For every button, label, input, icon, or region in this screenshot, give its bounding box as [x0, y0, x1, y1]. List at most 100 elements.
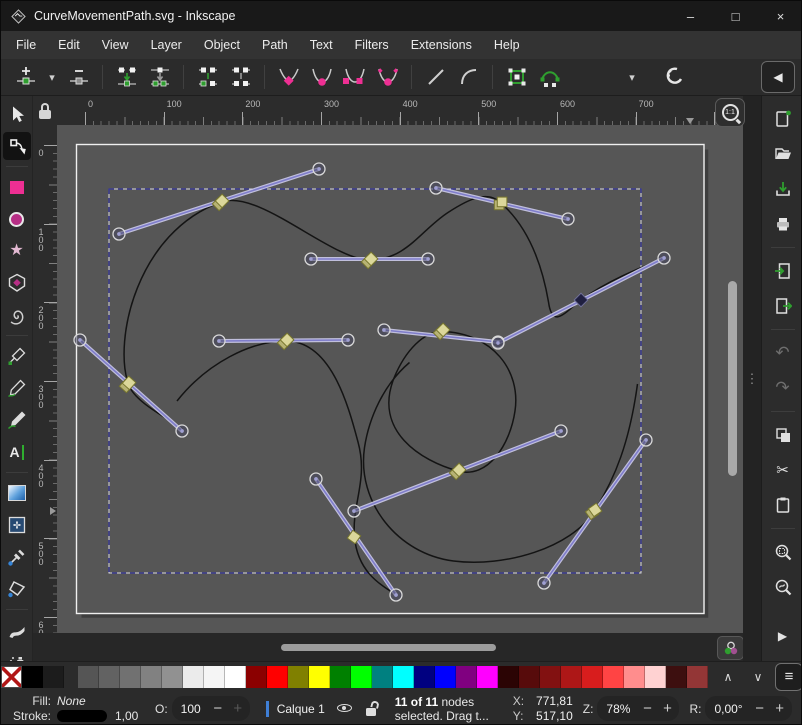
zoom-increase-button[interactable]: +: [657, 700, 677, 717]
insert-node-options-caret[interactable]: ▾: [42, 71, 62, 84]
copy-button[interactable]: [768, 420, 798, 450]
open-document-button[interactable]: [768, 139, 798, 169]
minimize-button[interactable]: –: [668, 1, 713, 31]
save-document-button[interactable]: [768, 174, 798, 204]
menu-text[interactable]: Text: [299, 34, 344, 56]
bezier-path[interactable]: [389, 332, 516, 473]
join-nodes-button[interactable]: [143, 62, 176, 92]
rotation-decrease-button[interactable]: −: [750, 700, 770, 717]
palette-swatch[interactable]: [603, 666, 624, 688]
color-management-button[interactable]: [717, 636, 744, 660]
palette-swatch[interactable]: [78, 666, 99, 688]
calligraphy-tool[interactable]: [3, 406, 31, 434]
path-node[interactable]: [497, 197, 507, 207]
ruler-corner[interactable]: [33, 96, 57, 125]
stroke-to-path-button[interactable]: [533, 62, 566, 92]
palette-swatch[interactable]: [162, 666, 183, 688]
palette-swatch[interactable]: [456, 666, 477, 688]
menu-path[interactable]: Path: [251, 34, 299, 56]
close-button[interactable]: ×: [758, 1, 802, 31]
menu-layer[interactable]: Layer: [140, 34, 193, 56]
palette-swatch[interactable]: [645, 666, 666, 688]
rotation-value[interactable]: 0,00°: [707, 702, 749, 716]
zoom-drawing-button[interactable]: [768, 572, 798, 602]
palette-swatch[interactable]: [225, 666, 246, 688]
palette-swatch[interactable]: [351, 666, 372, 688]
maximize-button[interactable]: □: [713, 1, 758, 31]
selector-tool[interactable]: [3, 100, 31, 128]
dropper-tool[interactable]: [3, 543, 31, 571]
palette-swatch[interactable]: [435, 666, 456, 688]
opacity-value[interactable]: 100: [174, 702, 208, 716]
menu-object[interactable]: Object: [193, 34, 251, 56]
symmetric-node-button[interactable]: [338, 62, 371, 92]
palette-scroll-down[interactable]: ∨: [743, 670, 773, 684]
palette-swatch[interactable]: [477, 666, 498, 688]
palette-swatch[interactable]: [498, 666, 519, 688]
gradient-tool[interactable]: [3, 479, 31, 507]
palette-swatch[interactable]: [393, 666, 414, 688]
palette-swatch[interactable]: [624, 666, 645, 688]
tweak-tool[interactable]: [3, 616, 31, 644]
palette-swatch[interactable]: [540, 666, 561, 688]
import-document-button[interactable]: [768, 256, 798, 286]
palette-menu-button[interactable]: ≡: [775, 663, 802, 691]
cut-button[interactable]: ✂: [768, 455, 798, 485]
palette-swatch[interactable]: [666, 666, 687, 688]
corner-node-button[interactable]: [272, 62, 305, 92]
palette-swatch[interactable]: [582, 666, 603, 688]
palette-swatch[interactable]: [288, 666, 309, 688]
spiral-tool[interactable]: [3, 301, 31, 329]
palette-swatch[interactable]: [519, 666, 540, 688]
print-document-button[interactable]: [768, 209, 798, 239]
palette-swatch[interactable]: [372, 666, 393, 688]
redo-button[interactable]: ↷: [768, 373, 798, 403]
collapse-toolbar-button[interactable]: ◀: [761, 61, 795, 93]
smooth-node-button[interactable]: [305, 62, 338, 92]
show-dialogs-button[interactable]: ▶: [768, 621, 798, 651]
pen-tool[interactable]: [3, 342, 31, 370]
palette-swatch[interactable]: [414, 666, 435, 688]
box-3d-tool[interactable]: [3, 269, 31, 297]
auto-smooth-node-button[interactable]: [371, 62, 404, 92]
export-document-button[interactable]: [768, 291, 798, 321]
zoom-value[interactable]: 78%: [599, 702, 637, 716]
opacity-decrease-button[interactable]: −: [208, 700, 228, 717]
layer-unlock-icon[interactable]: [366, 701, 381, 717]
quick-zoom-button[interactable]: 1:1: [715, 98, 745, 127]
paint-bucket-tool[interactable]: [3, 575, 31, 603]
zoom-selection-button[interactable]: [768, 537, 798, 567]
break-path-button[interactable]: [110, 62, 143, 92]
current-layer-name[interactable]: Calque 1: [277, 702, 325, 716]
palette-swatch-none[interactable]: [1, 666, 22, 688]
palette-swatch[interactable]: [204, 666, 225, 688]
zoom-decrease-button[interactable]: −: [637, 700, 657, 717]
delete-node-button[interactable]: [62, 62, 95, 92]
panel-grip-handle[interactable]: ⋮: [743, 371, 761, 387]
palette-swatch[interactable]: [309, 666, 330, 688]
palette-swatch[interactable]: [561, 666, 582, 688]
stroke-color-swatch[interactable]: [57, 710, 107, 722]
menu-help[interactable]: Help: [483, 34, 531, 56]
bezier-path[interactable]: [364, 363, 638, 563]
palette-swatch[interactable]: [99, 666, 120, 688]
menu-view[interactable]: View: [91, 34, 140, 56]
fill-stroke-indicator[interactable]: Fill: None Stroke: 1,00: [7, 694, 149, 724]
paste-button[interactable]: [768, 490, 798, 520]
palette-swatch[interactable]: [22, 666, 43, 688]
undo-button[interactable]: ↶: [768, 338, 798, 368]
layer-visibility-eye-icon[interactable]: [337, 701, 354, 716]
menu-filters[interactable]: Filters: [344, 34, 400, 56]
new-document-button[interactable]: [768, 104, 798, 134]
palette-swatch[interactable]: [267, 666, 288, 688]
palette-swatch[interactable]: [330, 666, 351, 688]
pencil-tool[interactable]: [3, 374, 31, 402]
fill-value[interactable]: None: [57, 694, 109, 708]
palette-swatch[interactable]: [246, 666, 267, 688]
rotation-increase-button[interactable]: +: [770, 700, 790, 717]
palette-swatch[interactable]: [141, 666, 162, 688]
ellipse-tool[interactable]: [3, 205, 31, 233]
line-segment-button[interactable]: [419, 62, 452, 92]
selection-rubberband[interactable]: [109, 189, 641, 573]
snap-settings-button[interactable]: [656, 62, 689, 92]
